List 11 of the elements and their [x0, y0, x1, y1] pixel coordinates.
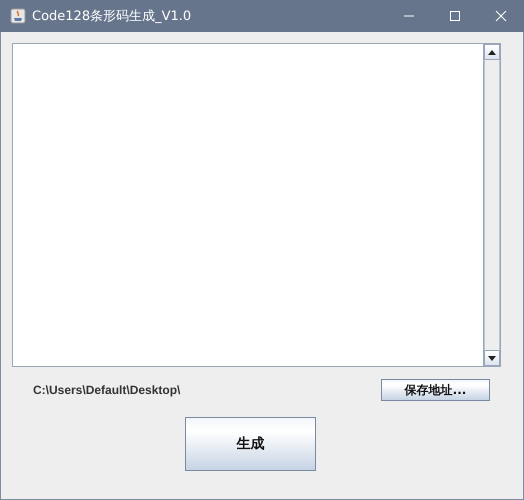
generate-button[interactable]: 生成 — [185, 417, 316, 471]
scroll-up-button[interactable] — [484, 44, 500, 60]
app-icon — [10, 8, 26, 24]
scroll-down-button[interactable] — [484, 350, 500, 366]
window-title: Code128条形码生成_V1.0 — [32, 8, 192, 25]
save-location-button[interactable]: 保存地址... — [381, 379, 490, 401]
up-arrow-icon — [488, 50, 496, 54]
maximize-icon — [449, 10, 461, 22]
save-path-label: C:\Users\Default\Desktop\ — [33, 383, 180, 397]
down-arrow-icon — [488, 356, 496, 360]
close-icon — [495, 10, 507, 22]
